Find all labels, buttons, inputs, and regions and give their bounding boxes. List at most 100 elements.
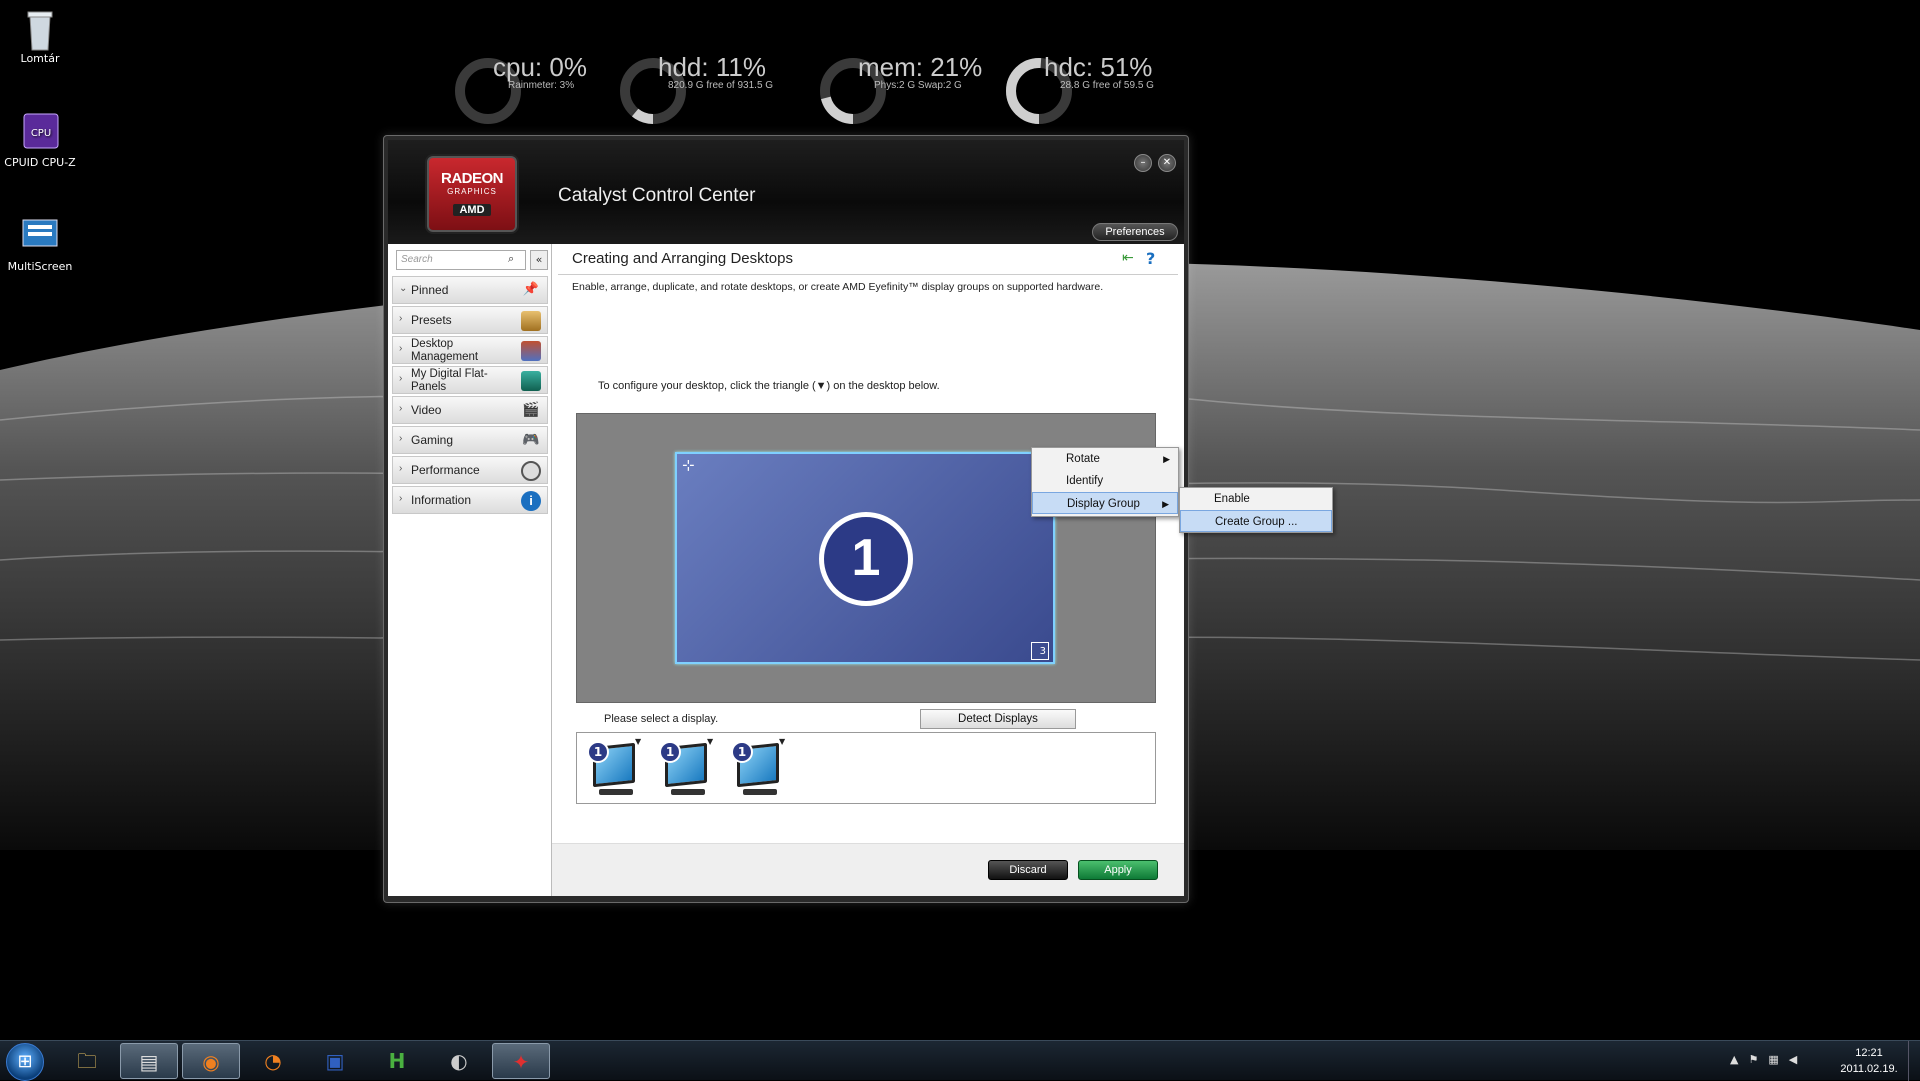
start-button[interactable]: ⊞ (6, 1043, 44, 1081)
search-placeholder: Search (401, 254, 433, 265)
display-item[interactable]: 1 ▼ (653, 737, 715, 799)
page-description: Enable, arrange, duplicate, and rotate d… (572, 281, 1104, 293)
submenu-arrow-icon: ▶ (1163, 454, 1170, 464)
firefox-taskbar-button[interactable]: ◉ (182, 1043, 240, 1079)
sidebar-item-label: Performance (411, 463, 480, 477)
display-item[interactable]: 1 ▼ (725, 737, 787, 799)
display-badge: 1 (659, 741, 681, 763)
dropdown-triangle-icon[interactable]: ▼ (635, 737, 641, 746)
desktop-number: 1 (819, 512, 913, 606)
clock[interactable]: 12:21 2011.02.19. (1834, 1045, 1904, 1077)
sidebar-item-desktop-management[interactable]: › Desktop Management (392, 336, 548, 364)
desktop-menu-triangle-icon[interactable]: ⊹ (682, 456, 695, 474)
network-icon[interactable]: ▦ (1768, 1053, 1788, 1066)
menu-item-label: Enable (1214, 493, 1250, 505)
catalyst-taskbar-button[interactable]: ✦ (492, 1043, 550, 1079)
gauge-title: hdc: 51% (1044, 52, 1153, 82)
h-app-taskbar-button[interactable]: H (368, 1043, 426, 1079)
chevron-right-icon: › (399, 463, 403, 474)
preferences-button[interactable]: Preferences (1092, 223, 1178, 241)
steam-taskbar-button[interactable]: ◐ (430, 1043, 488, 1079)
monitor-stand (671, 789, 705, 795)
desktop-icon-label: MultiScreen (7, 260, 73, 273)
clock-date: 2011.02.19. (1840, 1063, 1898, 1075)
menu-item-identify[interactable]: Identify (1032, 470, 1178, 492)
menu-item-enable[interactable]: Enable (1180, 488, 1332, 510)
display-item[interactable]: 1 ▼ (581, 737, 643, 799)
sidebar-item-gaming[interactable]: › Gaming 🎮 (392, 426, 548, 454)
desktop-1-tile[interactable]: ⊹ 1 3 (675, 452, 1055, 664)
help-icon[interactable]: ? (1146, 249, 1164, 268)
rss-taskbar-button[interactable]: ◔ (244, 1043, 302, 1079)
multiscreen-shortcut[interactable]: MultiScreen (0, 216, 80, 273)
window-header: RADEON GRAPHICS AMD Catalyst Control Cen… (388, 140, 1184, 244)
chevron-right-icon: › (399, 433, 403, 444)
catalyst-window: RADEON GRAPHICS AMD Catalyst Control Cen… (383, 135, 1333, 903)
floppy-icon: ▣ (325, 1049, 345, 1073)
display-badge: 1 (587, 741, 609, 763)
presets-icon (521, 311, 541, 331)
discard-button[interactable]: Discard (988, 860, 1068, 880)
rss-icon: ◔ (264, 1049, 282, 1073)
page-title: Creating and Arranging Desktops (572, 250, 793, 267)
system-tray: ▲⚑▦◀ (1730, 1053, 1807, 1066)
menu-item-rotate[interactable]: Rotate ▶ (1032, 448, 1178, 470)
sidebar-item-performance[interactable]: › Performance (392, 456, 548, 484)
taskbar: ⊞ 🗀 ▤ ◉ ◔ ▣ H ◐ ✦ ▲⚑▦◀ 12:21 2011.02.19. (0, 1040, 1920, 1081)
save-taskbar-button[interactable]: ▣ (306, 1043, 364, 1079)
pin-page-icon[interactable]: ⇤ (1122, 250, 1140, 268)
video-icon: 🎬 (522, 401, 540, 417)
cpuz-shortcut[interactable]: CPU CPUID CPU-Z (0, 112, 80, 169)
close-button[interactable]: ✕ (1158, 154, 1176, 172)
folder-icon: 🗀 (77, 1049, 97, 1073)
multiscreen-icon (20, 216, 60, 256)
collapse-sidebar-button[interactable]: « (530, 250, 548, 270)
sidebar-item-label: My Digital Flat- Panels (411, 368, 488, 393)
gauge-subtitle: 28.8 G free of 59.5 G (1060, 80, 1154, 91)
search-icon[interactable]: ⌕ (508, 253, 522, 267)
flag-icon[interactable]: ⚑ (1748, 1053, 1768, 1066)
sidebar-item-label: Desktop Management (411, 338, 479, 363)
logo-line3: AMD (453, 204, 491, 216)
gauge-subtitle: 820.9 G free of 931.5 G (668, 80, 774, 91)
select-display-prompt: Please select a display. (604, 713, 719, 725)
sidebar-item-information[interactable]: › Information i (392, 486, 548, 514)
dropdown-triangle-icon[interactable]: ▼ (707, 737, 713, 746)
tray-expand-icon[interactable]: ▲ (1730, 1053, 1748, 1066)
apply-button[interactable]: Apply (1078, 860, 1158, 880)
flat-panel-icon (521, 371, 541, 391)
sidebar-item-label: Presets (411, 313, 452, 327)
speedometer-icon (521, 461, 541, 481)
recycle-bin-icon (20, 8, 60, 51)
display-count-badge: 3 (1031, 642, 1049, 660)
menu-item-display-group[interactable]: Display Group ▶ (1032, 492, 1178, 514)
chevron-right-icon: › (399, 403, 403, 414)
menu-item-create-group[interactable]: Create Group ... (1180, 510, 1332, 532)
svg-text:CPU: CPU (31, 128, 51, 139)
libraries-taskbar-button[interactable]: ▤ (120, 1043, 178, 1079)
search-input[interactable]: Search ⌕ (396, 250, 526, 270)
volume-icon[interactable]: ◀ (1789, 1053, 1807, 1066)
desktop-context-menu: Rotate ▶ Identify Display Group ▶ (1031, 447, 1179, 517)
monitor-stand (599, 789, 633, 795)
display-badge: 1 (731, 741, 753, 763)
show-desktop-button[interactable] (1908, 1041, 1920, 1081)
detect-displays-button[interactable]: Detect Displays (920, 709, 1076, 729)
sidebar-item-label: Gaming (411, 433, 454, 447)
menu-item-label: Identify (1066, 475, 1104, 487)
dropdown-triangle-icon[interactable]: ▼ (779, 737, 785, 746)
instruction-text: To configure your desktop, click the tri… (598, 380, 940, 392)
hdd-gauge: hdd: 11% 820.9 G free of 931.5 G (618, 52, 818, 132)
sidebar-item-pinned[interactable]: ⌄ Pinned 📌 (392, 276, 548, 304)
sidebar-item-digital-flat-panels[interactable]: › My Digital Flat- Panels (392, 366, 548, 394)
minimize-button[interactable]: – (1134, 154, 1152, 172)
recycle-bin-shortcut[interactable]: Lomtár (0, 8, 80, 65)
action-footer: Discard Apply (552, 843, 1184, 896)
gauge-title: hdd: 11% (658, 52, 766, 82)
chevron-right-icon: › (399, 493, 403, 504)
display-group-submenu: Enable Create Group ... (1179, 487, 1333, 533)
sidebar-item-presets[interactable]: › Presets (392, 306, 548, 334)
desktop-management-icon (521, 341, 541, 361)
explorer-taskbar-button[interactable]: 🗀 (58, 1043, 116, 1079)
sidebar-item-video[interactable]: › Video 🎬 (392, 396, 548, 424)
